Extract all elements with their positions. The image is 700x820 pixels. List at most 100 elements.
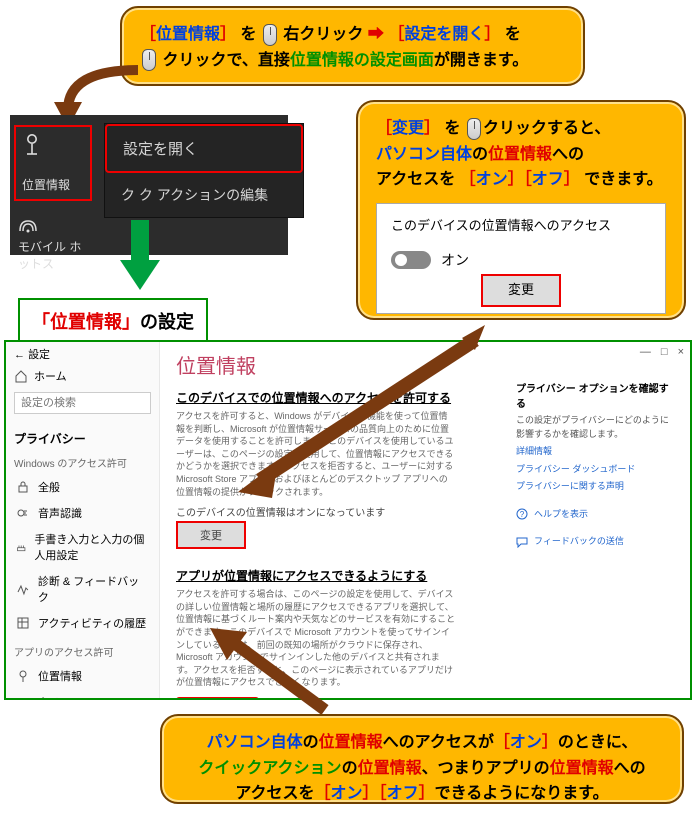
right-heading: プライバシー オプションを確認する <box>516 382 676 412</box>
sidebar-item-activity[interactable]: アクティビティの履歴 <box>14 610 151 636</box>
callout-top: ［位置情報］ を 右クリック ➡ ［設定を開く］ を クリックで、直接位置情報の… <box>120 6 585 86</box>
tile-label: モバイル ホットス <box>18 238 90 272</box>
bracket: 「 <box>32 312 50 332</box>
bracket: ］［ <box>508 171 532 188</box>
txt: の <box>342 760 358 777</box>
speech-icon <box>16 506 30 520</box>
label: ヘルプを表示 <box>534 508 588 522</box>
bracket: ］ <box>424 120 440 137</box>
link-statement[interactable]: プライバシーに関する声明 <box>516 480 676 494</box>
txt: 位置情報 <box>488 146 552 163</box>
bracket: ［ <box>315 785 331 802</box>
activity-icon <box>16 616 30 630</box>
section-heading: アプリが位置情報にアクセスできるようにする <box>176 567 674 584</box>
arrow-diagonal-icon <box>230 320 490 500</box>
txt: への <box>552 146 584 163</box>
txt: オン <box>331 785 363 802</box>
bracket: ［ <box>376 120 392 137</box>
menu-edit-quickactions[interactable]: ク ク アクションの編集 <box>105 173 303 217</box>
sidebar-item-location[interactable]: 位置情報 <box>14 663 151 689</box>
txt: 位置情報 <box>550 760 614 777</box>
svg-text:?: ? <box>520 510 525 519</box>
txt: できるようになります。 <box>435 785 609 802</box>
link-dashboard[interactable]: プライバシー ダッシュボード <box>516 463 676 477</box>
label: フィードバックの送信 <box>534 535 624 549</box>
label: ホーム <box>34 368 67 384</box>
sidebar-item-diagnostics[interactable]: 診断 & フィードバック <box>14 568 151 610</box>
txt: 位置情報 <box>358 760 422 777</box>
camera-icon <box>16 695 30 700</box>
quickaction-location-tile[interactable]: 位置情報 <box>14 125 92 201</box>
bracket: ［ <box>460 171 476 188</box>
bracket: ［ <box>388 26 404 43</box>
right-column: プライバシー オプションを確認する この設定がプライバシーにどのように影響するか… <box>516 382 676 549</box>
txt: 、つまりアプリの <box>422 760 550 777</box>
txt: で、直接 <box>226 52 289 69</box>
txt: 位置情報の設定画面 <box>290 52 434 69</box>
bracket: ［ <box>140 26 156 43</box>
location-icon <box>16 669 30 683</box>
bracket: 」 <box>122 312 140 332</box>
bracket: ［ <box>494 734 510 751</box>
arrow-down-icon <box>120 220 160 290</box>
context-menu: 設定を開く ク ク アクションの編集 <box>104 123 304 218</box>
inking-icon <box>16 540 26 554</box>
search-input[interactable] <box>14 392 151 414</box>
back-button[interactable]: ← 設定 <box>14 346 50 362</box>
callout-bottom: パソコン自体の位置情報へのアクセスが［オン］のときに、 クイックアクションの位置… <box>160 714 684 804</box>
txt: の <box>472 146 488 163</box>
link-details[interactable]: 詳細情報 <box>516 445 676 459</box>
txt: 設定を開く <box>404 26 484 43</box>
quickaction-hotspot-tile[interactable]: モバイル ホットス <box>14 213 94 276</box>
arrow-icon: ➡ <box>368 26 384 43</box>
txt: クリック <box>162 52 226 69</box>
sidebar-home[interactable]: ホーム <box>14 368 151 384</box>
label: 音声認識 <box>38 505 82 521</box>
sidebar-item-inking[interactable]: 手書き入力と入力の個人用設定 <box>14 526 151 568</box>
txt: クリック <box>483 120 547 137</box>
label: 手書き入力と入力の個人用設定 <box>34 531 149 563</box>
mouse-icon <box>263 24 277 46</box>
txt: オフ <box>532 171 564 188</box>
txt: を <box>505 26 521 43</box>
label: アクティビティの履歴 <box>38 615 146 631</box>
bracket: ］ <box>484 26 500 43</box>
txt: できます。 <box>584 171 662 188</box>
device-access-toggle[interactable] <box>391 251 431 269</box>
feedback-link[interactable]: フィードバックの送信 <box>516 535 676 549</box>
change-button[interactable]: 変更 <box>481 274 561 307</box>
sidebar-item-camera[interactable]: カメラ <box>14 689 151 700</box>
txt: パソコン自体 <box>207 734 303 751</box>
txt: への <box>614 760 646 777</box>
dialog-title: このデバイスの位置情報へのアクセス <box>391 216 651 237</box>
txt: のときに、 <box>558 734 638 751</box>
menu-open-settings[interactable]: 設定を開く <box>105 124 303 173</box>
txt: アクセスを <box>235 785 314 802</box>
sidebar-subheading: アプリのアクセス許可 <box>14 644 151 659</box>
txt: 位置情報 <box>156 26 220 43</box>
callout-device-access: ［変更］ を クリックすると、 パソコン自体の位置情報への アクセスを ［オン］… <box>356 100 686 320</box>
help-link[interactable]: ? ヘルプを表示 <box>516 508 676 522</box>
hotspot-icon <box>18 217 38 235</box>
home-icon <box>14 369 28 383</box>
bracket: ］ <box>220 26 236 43</box>
sidebar-category: プライバシー <box>14 430 151 447</box>
txt: 位置情報 <box>50 312 122 332</box>
device-access-dialog: このデバイスの位置情報へのアクセス オン 変更 <box>376 203 666 314</box>
settings-sidebar: ホーム プライバシー Windows のアクセス許可 全般 音声認識 手書き入力… <box>6 342 160 698</box>
txt: クイックアクション <box>198 760 341 777</box>
arrow-diagonal-icon <box>205 620 335 720</box>
sidebar-item-general[interactable]: 全般 <box>14 474 151 500</box>
bracket: ］ <box>564 171 580 188</box>
txt: を <box>445 120 465 137</box>
section-heading: 「位置情報」の設定 <box>18 298 208 344</box>
feedback-icon <box>516 536 528 548</box>
txt: すると、 <box>547 120 610 137</box>
txt: の <box>303 734 319 751</box>
txt: オン <box>476 171 508 188</box>
sidebar-item-speech[interactable]: 音声認識 <box>14 500 151 526</box>
diagnostics-icon <box>16 582 30 596</box>
sidebar-subheading: Windows のアクセス許可 <box>14 455 151 470</box>
bracket: ］［ <box>363 785 387 802</box>
change-button[interactable]: 変更 <box>176 521 246 549</box>
